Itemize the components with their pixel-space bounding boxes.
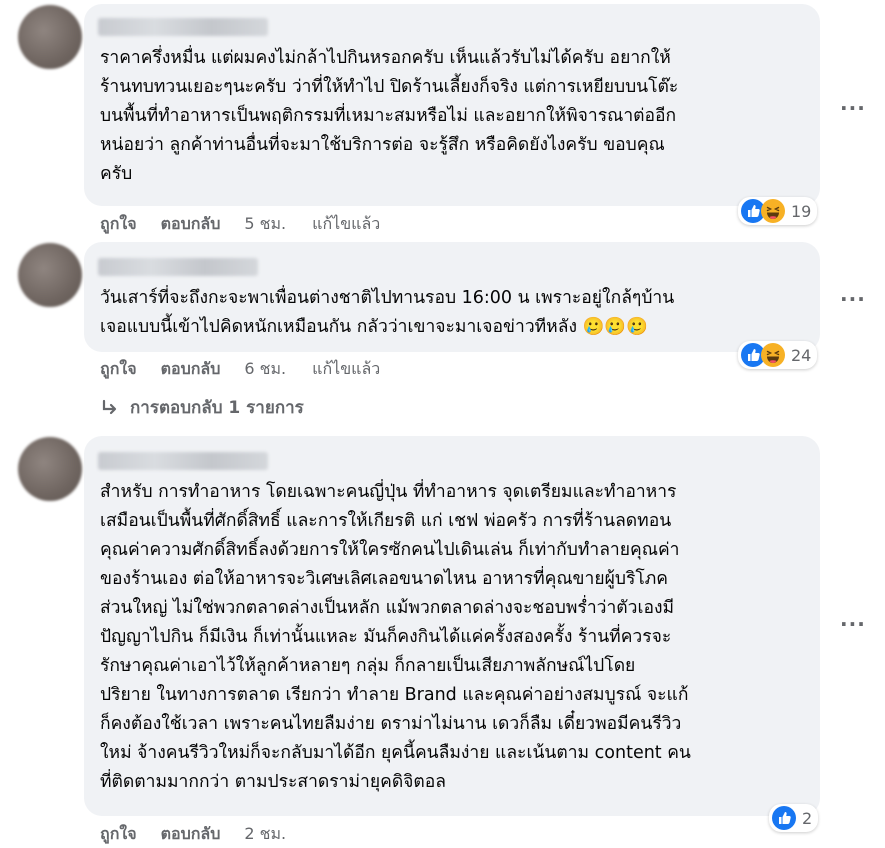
reaction-summary[interactable]: 24	[738, 341, 818, 369]
author-name-redacted[interactable]	[98, 258, 258, 276]
timestamp[interactable]: 5 ชม.	[244, 212, 286, 237]
comment-bubble: สำหรับ การทำอาหาร โดยเฉพาะคนญี่ปุ่น ที่ท…	[84, 436, 820, 816]
like-button[interactable]: ถูกใจ	[100, 212, 137, 237]
avatar[interactable]	[18, 243, 82, 307]
haha-icon	[761, 199, 785, 223]
reply-button[interactable]: ตอบกลับ	[161, 822, 221, 847]
avatar[interactable]	[18, 437, 82, 501]
view-replies-link[interactable]: การตอบกลับ 1 รายการ	[100, 394, 304, 421]
comment-actions: ถูกใจ ตอบกลับ 6 ชม. แก้ไขแล้ว	[100, 357, 380, 382]
reaction-count: 2	[802, 808, 813, 828]
comment-actions: ถูกใจ ตอบกลับ 2 ชม.	[100, 822, 286, 847]
comment-bubble: วันเสาร์ที่จะถึงกะจะพาเพื่อนต่างชาติไปทา…	[84, 242, 820, 352]
author-name-redacted[interactable]	[98, 452, 268, 470]
more-options-icon[interactable]: ···	[840, 287, 866, 311]
reaction-summary[interactable]: 19	[738, 197, 818, 225]
edited-label[interactable]: แก้ไขแล้ว	[312, 357, 380, 382]
reply-arrow-icon	[102, 399, 117, 414]
like-icon	[772, 806, 796, 830]
reply-button[interactable]: ตอบกลับ	[161, 357, 221, 382]
reply-button[interactable]: ตอบกลับ	[161, 212, 221, 237]
like-button[interactable]: ถูกใจ	[100, 357, 137, 382]
reaction-count: 24	[791, 345, 812, 365]
more-options-icon[interactable]: ···	[840, 612, 866, 636]
reaction-count: 19	[791, 201, 812, 221]
author-name-redacted[interactable]	[98, 18, 268, 36]
haha-icon	[761, 343, 785, 367]
more-options-icon[interactable]: ···	[840, 96, 866, 120]
comment-text: ราคาครึ่งหมื่น แต่ผมคงไม่กล้าไปกินหรอกคร…	[100, 48, 679, 184]
timestamp[interactable]: 6 ชม.	[244, 357, 286, 382]
comment-actions: ถูกใจ ตอบกลับ 5 ชม. แก้ไขแล้ว	[100, 212, 380, 237]
comment-text: วันเสาร์ที่จะถึงกะจะพาเพื่อนต่างชาติไปทา…	[100, 288, 675, 337]
comment-text: สำหรับ การทำอาหาร โดยเฉพาะคนญี่ปุ่น ที่ท…	[100, 482, 691, 792]
comment-bubble: ราคาครึ่งหมื่น แต่ผมคงไม่กล้าไปกินหรอกคร…	[84, 4, 820, 206]
view-replies-label[interactable]: การตอบกลับ 1 รายการ	[130, 394, 304, 421]
edited-label[interactable]: แก้ไขแล้ว	[312, 212, 380, 237]
timestamp[interactable]: 2 ชม.	[244, 822, 286, 847]
avatar[interactable]	[18, 5, 82, 69]
reaction-summary[interactable]: 2	[769, 804, 819, 832]
like-button[interactable]: ถูกใจ	[100, 822, 137, 847]
